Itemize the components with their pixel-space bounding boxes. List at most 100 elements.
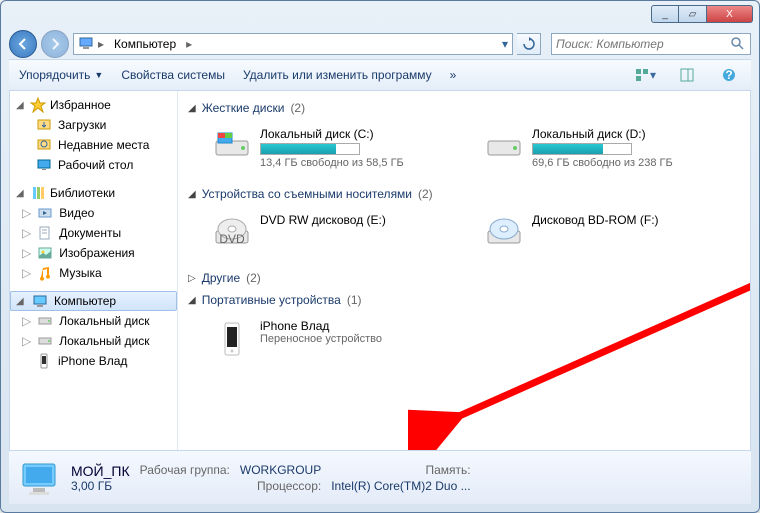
pictures-icon <box>37 245 53 261</box>
svg-text:DVD: DVD <box>219 232 245 246</box>
search-input[interactable] <box>556 37 726 51</box>
sidebar-computer-header[interactable]: ◢ Компьютер <box>10 291 177 311</box>
drive-d[interactable]: Локальный диск (D:) 69,6 ГБ свободно из … <box>480 123 740 173</box>
drive-name: Дисковод BD-ROM (F:) <box>532 213 659 227</box>
svg-text:?: ? <box>725 68 732 82</box>
group-other[interactable]: ▷Другие (2) <box>188 267 740 289</box>
sidebar-item-drive-d[interactable]: ▷Локальный диск <box>10 331 177 351</box>
view-menu-button[interactable]: ▾ <box>633 63 657 87</box>
forward-button[interactable] <box>41 30 69 58</box>
cpu-label: Процессор: <box>240 479 321 493</box>
sidebar-libraries-header[interactable]: ◢ Библиотеки <box>10 183 177 203</box>
memory-value: 3,00 ГБ <box>71 479 130 493</box>
sidebar: ◢ Избранное Загрузки Недавние места Рабо… <box>10 91 178 450</box>
sidebar-item-label: iPhone Влад <box>58 354 127 368</box>
breadcrumb-separator-icon: ▸ <box>186 37 192 51</box>
sidebar-label: Избранное <box>50 98 111 112</box>
maximize-button[interactable]: ▱ <box>679 5 707 23</box>
sidebar-item-desktop[interactable]: Рабочий стол <box>10 155 177 175</box>
computer-name: МОЙ_ПК <box>71 463 130 479</box>
group-hard-drives[interactable]: ◢Жесткие диски (2) <box>188 97 740 119</box>
device-name: iPhone Влад <box>260 319 382 333</box>
drive-c[interactable]: Локальный диск (C:) 13,4 ГБ свободно из … <box>208 123 468 173</box>
help-icon: ? <box>721 67 737 83</box>
arrow-left-icon <box>15 36 31 52</box>
dropdown-icon[interactable]: ▾ <box>502 37 508 51</box>
download-icon <box>36 117 52 133</box>
sidebar-item-iphone[interactable]: iPhone Влад <box>10 351 177 371</box>
organize-menu[interactable]: Упорядочить ▼ <box>19 68 103 82</box>
preview-pane-button[interactable] <box>675 63 699 87</box>
expand-icon: ▷ <box>22 266 31 280</box>
libraries-icon <box>30 185 46 201</box>
recent-icon <box>36 137 52 153</box>
drive-icon <box>37 333 53 349</box>
sidebar-item-music[interactable]: ▷ Музыка <box>10 263 177 283</box>
star-icon <box>30 97 46 113</box>
bd-drive-f[interactable]: Дисковод BD-ROM (F:) <box>480 209 740 257</box>
back-button[interactable] <box>9 30 37 58</box>
collapse-icon: ◢ <box>188 103 196 114</box>
drive-name: DVD RW дисковод (E:) <box>260 213 386 227</box>
group-removable[interactable]: ◢Устройства со съемными носителями (2) <box>188 183 740 205</box>
sidebar-item-label: Рабочий стол <box>58 158 133 172</box>
phone-icon <box>212 319 252 359</box>
expand-icon: ▷ <box>22 226 31 240</box>
details-pane: МОЙ_ПК Рабочая группа: WORKGROUP Память:… <box>9 450 751 504</box>
arrow-right-icon <box>47 36 63 52</box>
drive-icon <box>37 313 53 329</box>
address-bar[interactable]: ▸ Компьютер ▸ ▾ <box>73 33 513 55</box>
computer-icon <box>78 35 94 54</box>
group-portable[interactable]: ◢Портативные устройства (1) <box>188 289 740 311</box>
collapse-icon: ◢ <box>16 188 26 199</box>
sidebar-item-pictures[interactable]: ▷Изображения <box>10 243 177 263</box>
expand-icon: ▷ <box>22 206 31 220</box>
bd-icon <box>484 213 524 253</box>
drive-free-space: 13,4 ГБ свободно из 58,5 ГБ <box>260 157 404 169</box>
collapse-icon: ◢ <box>16 296 26 307</box>
collapse-icon: ◢ <box>188 295 196 306</box>
expand-icon: ▷ <box>188 273 196 284</box>
phone-icon <box>36 353 52 369</box>
sidebar-item-recent[interactable]: Недавние места <box>10 135 177 155</box>
system-properties-button[interactable]: Свойства системы <box>121 68 225 82</box>
toolbar-overflow-button[interactable]: » <box>450 68 457 82</box>
music-icon <box>37 265 53 281</box>
search-icon <box>730 36 746 52</box>
drive-name: Локальный диск (C:) <box>260 127 404 141</box>
sidebar-item-drive-c[interactable]: ▷Локальный диск <box>10 311 177 331</box>
iphone-device[interactable]: iPhone Влад Переносное устройство <box>208 315 468 363</box>
help-button[interactable]: ? <box>717 63 741 87</box>
video-icon <box>37 205 53 221</box>
sidebar-item-video[interactable]: ▷ Видео <box>10 203 177 223</box>
cpu-value: Intel(R) Core(TM)2 Duo ... <box>331 479 470 493</box>
breadcrumb-computer[interactable]: Компьютер <box>108 34 182 54</box>
content-area: ◢Жесткие диски (2) Локальный диск (C:) 1… <box>178 91 750 450</box>
minimize-button[interactable]: _ <box>651 5 679 23</box>
computer-large-icon <box>17 456 61 500</box>
sidebar-item-downloads[interactable]: Загрузки <box>10 115 177 135</box>
close-button[interactable]: X <box>707 5 753 23</box>
drive-name: Локальный диск (D:) <box>532 127 673 141</box>
capacity-bar <box>260 143 360 155</box>
dvd-drive-e[interactable]: DVD DVD RW дисковод (E:) <box>208 209 468 257</box>
titlebar: _ ▱ X <box>1 1 759 29</box>
expand-icon: ▷ <box>22 314 31 328</box>
sidebar-item-label: Недавние места <box>58 138 149 152</box>
pane-icon <box>679 67 695 83</box>
chevron-down-icon: ▼ <box>94 70 103 80</box>
sidebar-label: Компьютер <box>54 294 116 308</box>
uninstall-programs-button[interactable]: Удалить или изменить программу <box>243 68 432 82</box>
refresh-button[interactable] <box>517 33 541 55</box>
collapse-icon: ◢ <box>188 189 196 200</box>
search-box[interactable] <box>551 33 751 55</box>
sidebar-label: Библиотеки <box>50 186 115 200</box>
sidebar-item-documents[interactable]: ▷Документы <box>10 223 177 243</box>
drive-free-space: 69,6 ГБ свободно из 238 ГБ <box>532 157 673 169</box>
sidebar-item-label: Видео <box>59 206 94 220</box>
sidebar-favorites-header[interactable]: ◢ Избранное <box>10 95 177 115</box>
sidebar-item-label: Изображения <box>59 246 134 260</box>
breadcrumb-separator-icon: ▸ <box>98 37 104 51</box>
toolbar: Упорядочить ▼ Свойства системы Удалить и… <box>9 59 751 91</box>
sidebar-item-label: Музыка <box>59 266 101 280</box>
